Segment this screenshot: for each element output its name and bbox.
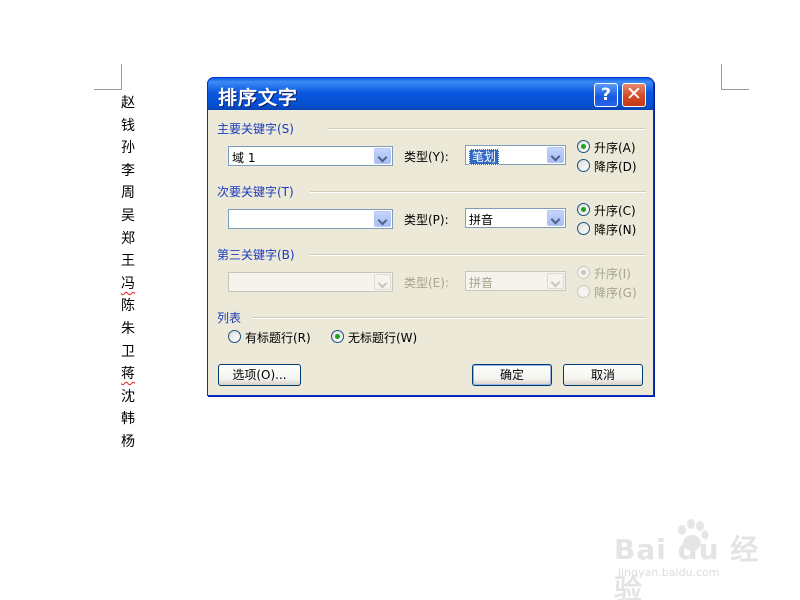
document-line-text: 朱 — [121, 320, 135, 337]
secondary-key-group-divider — [310, 191, 646, 193]
document-line-text: 李 — [121, 162, 135, 179]
radio-unselected-icon — [228, 330, 241, 343]
baidu-jingyan-watermark: Bai du 经验 jingyan.baidu.com — [614, 516, 774, 600]
help-button[interactable]: ? — [594, 83, 618, 107]
primary-key-field-select[interactable]: 域 1 — [228, 146, 393, 166]
primary-key-group-label: 主要关键字(S) — [217, 122, 294, 136]
document-line-text: 钱 — [121, 117, 135, 134]
secondary-type-label: 类型(P): — [404, 213, 449, 227]
tertiary-type-label: 类型(E): — [404, 276, 449, 290]
tertiary-key-field-select — [228, 272, 393, 292]
primary-key-group-divider — [328, 128, 646, 130]
help-icon: ? — [601, 85, 611, 105]
chevron-down-icon[interactable] — [547, 210, 564, 226]
radio-unselected-icon — [577, 285, 590, 298]
document-line-text: 沈 — [121, 388, 135, 405]
watermark-url: jingyan.baidu.com — [618, 566, 720, 579]
secondary-key-field-select[interactable] — [228, 209, 393, 229]
tertiary-ascending-label: 升序(I) — [594, 267, 631, 281]
page-corner-mark-right — [721, 64, 749, 90]
document-line-text: 卫 — [121, 343, 135, 360]
document-line-text: 王 — [121, 253, 135, 270]
page-corner-mark-left — [94, 64, 122, 90]
close-icon: ✕ — [626, 83, 642, 105]
radio-selected-icon — [577, 266, 590, 279]
secondary-type-value: 拼音 — [469, 213, 494, 227]
cancel-button[interactable]: 取消 — [563, 364, 643, 386]
list-group-label: 列表 — [217, 311, 242, 325]
sort-text-dialog: 排序文字 ? ✕ 主要关键字(S) 域 1 类型(Y): 笔划 升序(A) 降序… — [207, 77, 654, 396]
list-group-divider — [252, 317, 646, 319]
chevron-down-icon[interactable] — [374, 148, 391, 164]
chevron-down-icon — [547, 273, 564, 289]
primary-type-label: 类型(Y): — [404, 150, 449, 164]
close-button[interactable]: ✕ — [622, 83, 646, 107]
radio-selected-icon — [331, 330, 344, 343]
document-line-text: 孙 — [121, 140, 135, 157]
document-line-text: 韩 — [121, 411, 135, 428]
radio-selected-icon — [577, 203, 590, 216]
radio-unselected-icon — [577, 222, 590, 235]
ok-button[interactable]: 确定 — [472, 364, 552, 386]
secondary-key-group-label: 次要关键字(T) — [217, 185, 294, 199]
radio-selected-icon — [577, 140, 590, 153]
dialog-title: 排序文字 — [218, 87, 299, 109]
secondary-type-select[interactable]: 拼音 — [465, 208, 566, 228]
dialog-title-bar[interactable]: 排序文字 ? ✕ — [207, 77, 654, 110]
watermark-brand: Bai du 经验 — [614, 533, 760, 600]
document-line-text: 郑 — [121, 230, 135, 247]
secondary-ascending-label: 升序(C) — [594, 204, 636, 218]
chevron-down-icon[interactable] — [547, 147, 564, 163]
document-line-text: 赵 — [121, 95, 135, 111]
document-line-text: 杨 — [121, 433, 135, 450]
radio-unselected-icon — [577, 159, 590, 172]
document-line-text: 周 — [121, 185, 135, 202]
options-button[interactable]: 选项(O)... — [218, 364, 301, 386]
tertiary-key-group-divider — [310, 254, 646, 256]
secondary-descending-label: 降序(N) — [594, 223, 637, 237]
tertiary-key-group-label: 第三关键字(B) — [217, 248, 295, 262]
primary-type-value: 笔划 — [469, 149, 500, 165]
primary-key-field-value: 域 1 — [232, 151, 256, 165]
document-name-list: 赵钱孙李周吴郑王冯陈朱卫蒋沈韩杨 — [121, 92, 141, 454]
chevron-down-icon — [374, 274, 391, 290]
primary-type-select[interactable]: 笔划 — [465, 145, 566, 165]
primary-ascending-label: 升序(A) — [594, 141, 636, 155]
chevron-down-icon[interactable] — [374, 211, 391, 227]
tertiary-type-value: 拼音 — [469, 276, 494, 290]
has-header-row-label: 有标题行(R) — [245, 331, 311, 345]
tertiary-descending-label: 降序(G) — [594, 286, 637, 300]
document-line-text: 吴 — [121, 207, 135, 224]
document-line-text: 陈 — [121, 298, 135, 315]
primary-descending-label: 降序(D) — [594, 160, 637, 174]
document-line-text: 蒋 — [121, 366, 135, 383]
no-header-row-label: 无标题行(W) — [348, 331, 418, 345]
document-line-text: 冯 — [121, 275, 135, 292]
tertiary-type-select: 拼音 — [465, 271, 566, 291]
